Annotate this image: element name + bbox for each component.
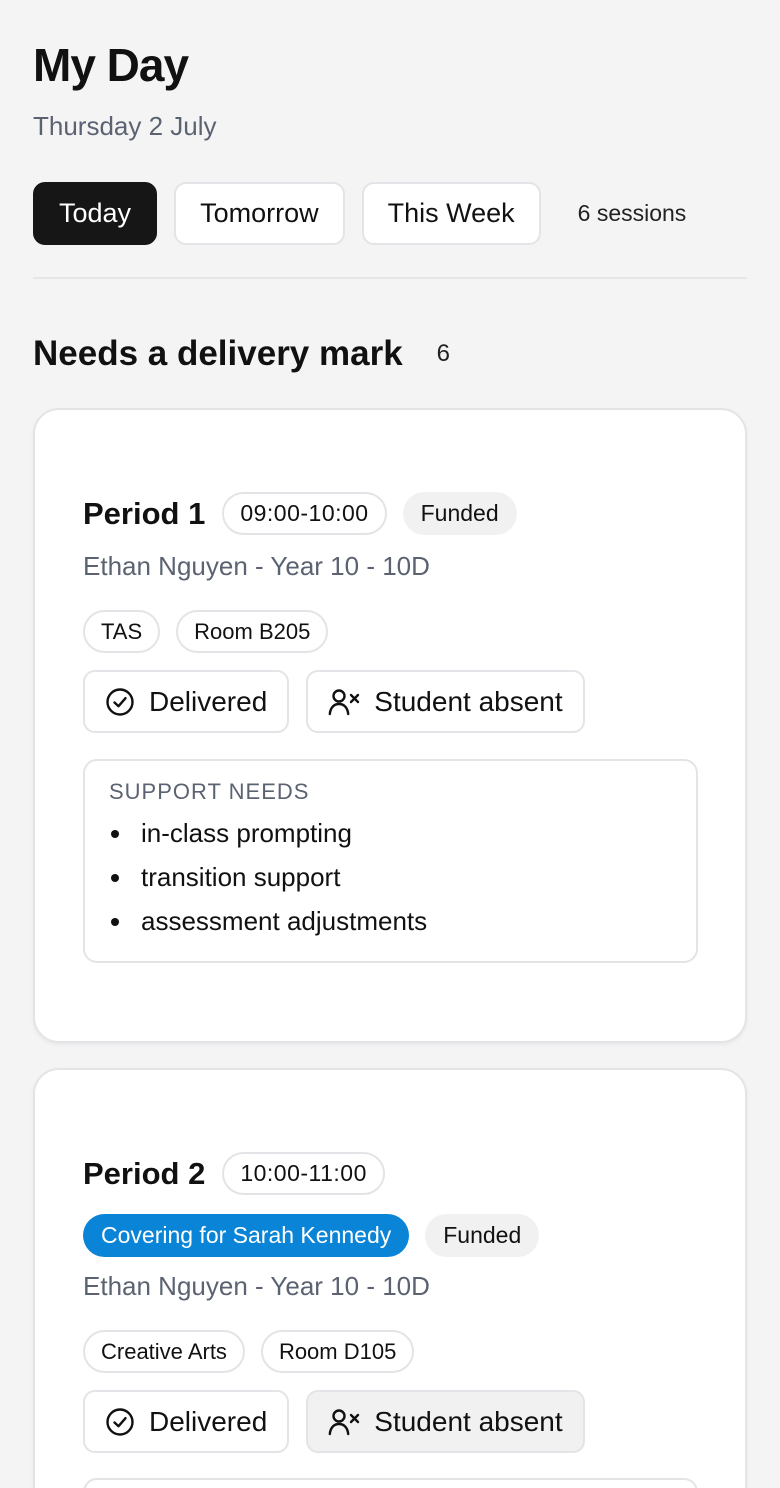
filter-this-week-button[interactable]: This Week bbox=[361, 182, 541, 245]
section-title: Needs a delivery mark bbox=[33, 334, 403, 373]
delivered-button[interactable]: Delivered bbox=[83, 1390, 290, 1453]
support-needs-panel: SUPPORT NEEDS in-class prompting transit… bbox=[83, 759, 698, 963]
check-circle-icon bbox=[106, 687, 134, 716]
student-absent-button[interactable]: Student absent bbox=[306, 1390, 585, 1453]
session-tags: TAS Room B205 bbox=[83, 610, 344, 653]
funding-badge: Funded bbox=[402, 492, 517, 535]
cover-badge: Covering for Sarah Kennedy bbox=[83, 1214, 410, 1257]
period-label: Period 1 bbox=[83, 495, 206, 531]
session-badges: Covering for Sarah Kennedy Funded bbox=[83, 1214, 540, 1257]
student-absent-button[interactable]: Student absent bbox=[306, 670, 585, 733]
session-card: Period 1 09:00-10:00 Funded Ethan Nguyen… bbox=[33, 408, 747, 1043]
filter-today-button[interactable]: Today bbox=[33, 182, 158, 245]
student-info: Ethan Nguyen - Year 10 - 10D bbox=[83, 551, 430, 581]
funding-badge: Funded bbox=[425, 1214, 540, 1257]
support-needs-panel bbox=[83, 1478, 698, 1488]
page-date: Thursday 2 July bbox=[33, 111, 217, 141]
session-heading: Period 1 09:00-10:00 Funded bbox=[83, 492, 517, 535]
session-heading: Period 2 10:00-11:00 bbox=[83, 1152, 401, 1195]
section-count: 6 bbox=[436, 340, 451, 367]
user-x-icon bbox=[328, 688, 360, 715]
student-absent-label: Student absent bbox=[374, 1405, 563, 1437]
header-divider bbox=[33, 277, 747, 279]
support-need-item: assessment adjustments bbox=[109, 899, 672, 943]
page-title: My Day bbox=[33, 39, 189, 91]
my-day-page: My Day Thursday 2 July Today Tomorrow Th… bbox=[0, 0, 780, 1488]
subject-tag: Creative Arts bbox=[83, 1330, 245, 1373]
support-needs-title: SUPPORT NEEDS bbox=[109, 779, 310, 804]
delivery-actions: Delivered Student absent bbox=[83, 670, 602, 733]
filter-tomorrow-button[interactable]: Tomorrow bbox=[174, 182, 345, 245]
session-tags: Creative Arts Room D105 bbox=[83, 1330, 430, 1373]
support-need-item: transition support bbox=[109, 855, 672, 899]
date-filter-bar: Today Tomorrow This Week 6 sessions bbox=[33, 182, 686, 245]
delivery-actions: Delivered Student absent bbox=[83, 1390, 602, 1453]
user-x-icon bbox=[328, 1408, 360, 1435]
room-tag: Room D105 bbox=[260, 1330, 415, 1373]
section-header: Needs a delivery mark 6 bbox=[33, 334, 450, 374]
session-card: Period 2 10:00-11:00 Covering for Sarah … bbox=[33, 1068, 747, 1488]
delivered-label: Delivered bbox=[149, 685, 268, 717]
delivered-label: Delivered bbox=[149, 1405, 268, 1437]
student-absent-label: Student absent bbox=[374, 685, 563, 717]
student-info: Ethan Nguyen - Year 10 - 10D bbox=[83, 1271, 430, 1301]
subject-tag: TAS bbox=[83, 610, 161, 653]
delivered-button[interactable]: Delivered bbox=[83, 670, 290, 733]
room-tag: Room B205 bbox=[176, 610, 329, 653]
period-label: Period 2 bbox=[83, 1155, 206, 1191]
time-badge: 10:00-11:00 bbox=[222, 1152, 385, 1195]
time-badge: 09:00-10:00 bbox=[222, 492, 387, 535]
check-circle-icon bbox=[106, 1407, 134, 1436]
support-need-item: in-class prompting bbox=[109, 811, 672, 855]
session-count: 6 sessions bbox=[577, 200, 687, 226]
support-needs-list: in-class prompting transition support as… bbox=[109, 811, 672, 943]
